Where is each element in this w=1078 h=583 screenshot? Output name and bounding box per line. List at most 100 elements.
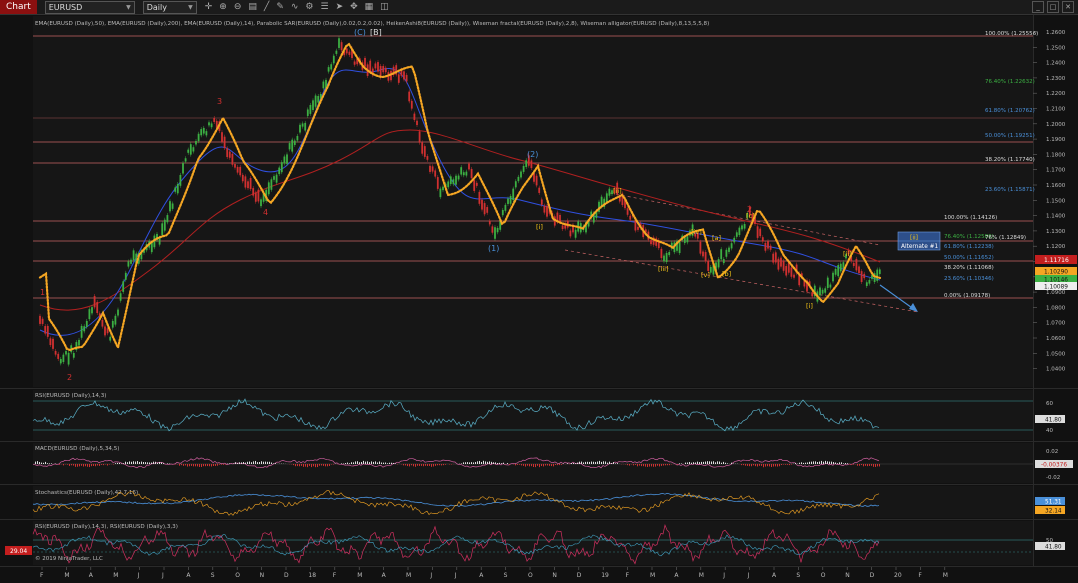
macd-bar xyxy=(647,464,648,467)
macd-bar xyxy=(879,464,880,467)
candle xyxy=(512,188,515,201)
candle xyxy=(605,193,608,203)
candle xyxy=(660,248,663,259)
candle xyxy=(54,350,57,355)
time-tick: M xyxy=(357,572,362,579)
candle xyxy=(470,168,473,179)
macd-bar xyxy=(461,463,462,464)
macd-bar xyxy=(49,463,50,464)
price-tick: 1.0400 xyxy=(1046,367,1066,373)
macd-bar xyxy=(305,464,306,467)
chart-area[interactable]: EMA(EURUSD (Daily),50), EMA(EURUSD (Dail… xyxy=(0,0,1078,583)
macd-bar xyxy=(747,464,748,466)
time-tick: M xyxy=(699,572,704,579)
macd-bar xyxy=(357,461,358,464)
macd-bar xyxy=(117,462,118,464)
macd-bar xyxy=(577,462,578,464)
macd-bar xyxy=(201,464,202,467)
candle xyxy=(442,186,444,191)
macd-bar xyxy=(869,464,870,466)
macd-bar xyxy=(313,464,314,467)
macd-bar xyxy=(309,464,310,466)
macd-bar xyxy=(723,461,724,464)
candle xyxy=(382,66,385,73)
candle xyxy=(769,245,772,250)
wave-label: [ii] xyxy=(613,187,622,195)
alternate-box[interactable]: [ii] Alternate #1 xyxy=(897,231,941,251)
macd-bar xyxy=(463,462,464,464)
candle xyxy=(403,71,405,80)
candle xyxy=(249,177,252,190)
macd-bar xyxy=(769,464,770,467)
candle xyxy=(717,259,720,268)
macd-bar xyxy=(829,461,830,464)
macd-bar xyxy=(823,461,824,464)
candle xyxy=(231,153,234,165)
fib-label: 50.00% (1.19251) xyxy=(985,133,1035,139)
time-tick: 18 xyxy=(308,572,316,579)
candle xyxy=(62,354,65,363)
macd-bar xyxy=(643,464,644,467)
fib-label: 0.00% (1.09178) xyxy=(944,293,990,299)
macd-bar xyxy=(179,464,180,466)
macd-bar xyxy=(579,461,580,464)
macd-bar xyxy=(761,464,762,466)
macd-bar xyxy=(443,464,444,466)
candle xyxy=(59,358,62,364)
macd-bar xyxy=(553,464,554,467)
macd-bar xyxy=(349,463,350,464)
macd-bar xyxy=(437,464,438,466)
candle xyxy=(205,131,208,136)
time-tick: J xyxy=(429,572,432,579)
price-tick: 1.0500 xyxy=(1046,351,1066,357)
candle xyxy=(483,203,486,215)
macd-bar xyxy=(63,464,64,466)
macd-bar xyxy=(435,464,436,466)
macd-bar xyxy=(867,464,868,467)
macd-bar xyxy=(105,464,106,465)
macd-bar xyxy=(415,464,416,467)
time-tick: J xyxy=(161,572,164,579)
macd-level: -0.02 xyxy=(1046,475,1060,481)
candle xyxy=(257,189,260,202)
macd-bar xyxy=(713,461,714,464)
price-tick: 1.1600 xyxy=(1046,183,1066,189)
alternate-box-bottom: Alternate #1 xyxy=(901,244,938,250)
candle xyxy=(514,181,517,188)
macd-bar xyxy=(491,461,492,464)
macd-bar xyxy=(275,463,276,464)
candle xyxy=(369,60,372,73)
candle xyxy=(668,251,671,256)
macd-bar xyxy=(483,460,484,464)
candle xyxy=(150,242,153,253)
macd-bar xyxy=(371,461,372,464)
candle xyxy=(725,249,728,257)
macd-bar xyxy=(741,464,742,466)
macd-bar xyxy=(241,462,242,464)
candle xyxy=(543,205,546,213)
macd-bar xyxy=(821,460,822,464)
macd-bar xyxy=(69,464,70,466)
candle xyxy=(522,165,525,172)
macd-bar xyxy=(583,462,584,464)
macd-bar xyxy=(355,461,356,464)
macd-bar xyxy=(209,464,210,467)
macd-bar xyxy=(587,461,588,464)
price-tick: 1.0800 xyxy=(1046,305,1066,311)
candle xyxy=(525,160,528,167)
candle xyxy=(496,227,499,233)
macd-value-badge: -0.00376 xyxy=(1041,463,1067,469)
macd-bar xyxy=(143,461,144,464)
macd-bar xyxy=(593,461,594,464)
macd-bar xyxy=(831,461,832,464)
candle xyxy=(777,258,780,270)
macd-bar xyxy=(669,464,670,466)
macd-bar xyxy=(219,464,220,465)
macd-bar xyxy=(717,461,718,464)
candle xyxy=(39,315,41,324)
macd-bar xyxy=(519,464,520,465)
macd-bar xyxy=(107,464,108,466)
time-tick: N xyxy=(845,572,850,579)
macd-bar xyxy=(91,464,92,467)
macd-bar xyxy=(545,464,546,466)
